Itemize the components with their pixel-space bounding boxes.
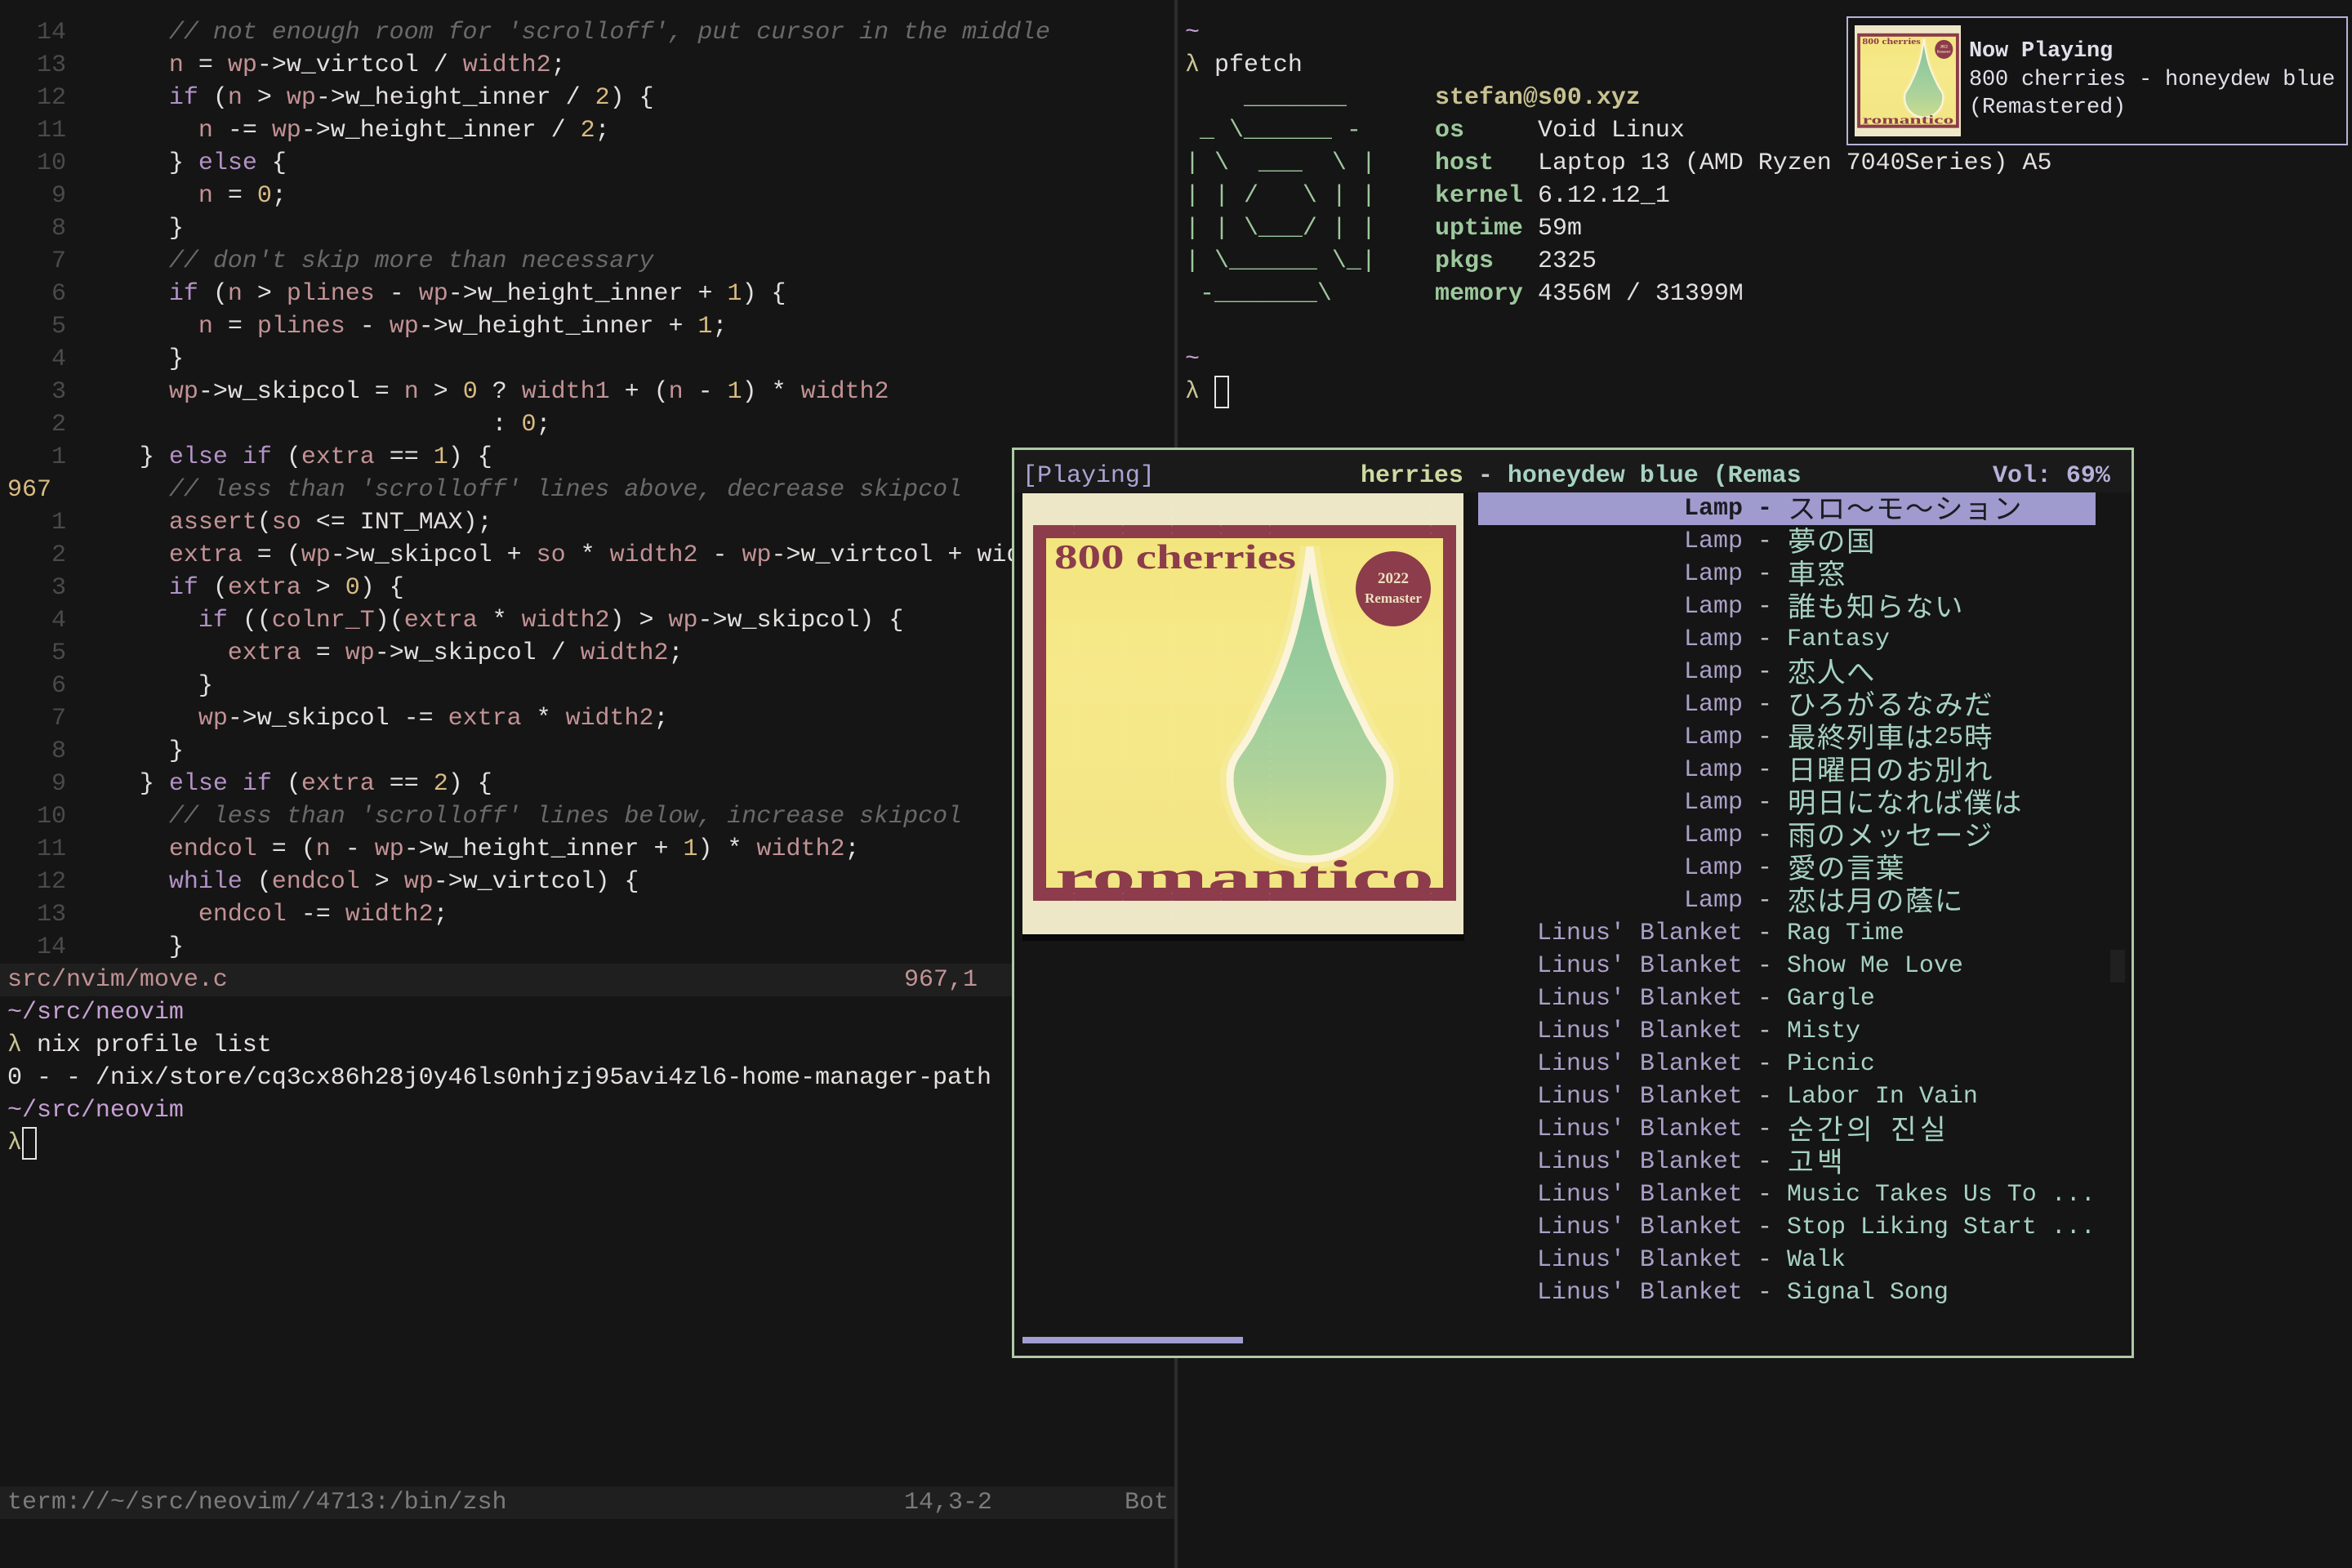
svg-text:Remaster: Remaster xyxy=(1365,590,1422,606)
svg-text:2022: 2022 xyxy=(1378,570,1409,587)
svg-text:romantico: romantico xyxy=(1863,114,1954,127)
svg-text:800 cherries: 800 cherries xyxy=(1862,38,1920,47)
svg-text:Remaster: Remaster xyxy=(1937,50,1951,54)
svg-text:800 cherries: 800 cherries xyxy=(1054,539,1296,577)
svg-text:romantico: romantico xyxy=(1055,852,1434,903)
